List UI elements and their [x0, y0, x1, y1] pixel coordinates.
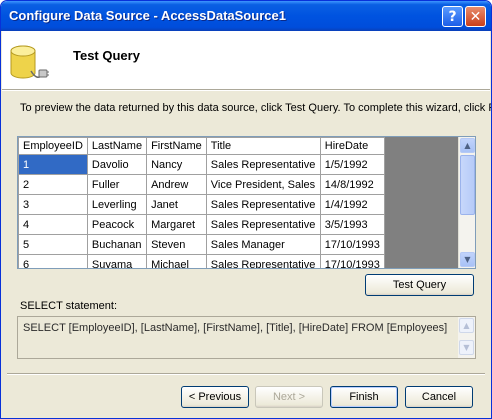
table-row[interactable]: 2 Fuller Andrew Vice President, Sales 14… [18, 174, 385, 195]
results-grid[interactable]: EmployeeID LastName FirstName Title Hire… [17, 136, 476, 269]
table-row[interactable]: 3 Leverling Janet Sales Representative 1… [18, 194, 385, 215]
select-statement-label: SELECT statement: [20, 300, 118, 312]
table-row[interactable]: 5 Buchanan Steven Sales Manager 17/10/19… [18, 234, 385, 255]
previous-button[interactable]: < Previous [181, 386, 249, 408]
close-button[interactable]: ✕ [465, 6, 486, 27]
grid-cell[interactable]: Nancy [146, 154, 207, 175]
grid-cell[interactable]: 4 [18, 214, 88, 235]
grid-cell[interactable]: 6 [18, 254, 88, 268]
scroll-up-icon: ▲ [459, 318, 474, 333]
table-row[interactable]: 6 Suyama Michael Sales Representative 17… [18, 254, 385, 268]
grid-scrollbar[interactable]: ▲ ▼ [458, 137, 475, 268]
database-plug-icon [10, 45, 49, 79]
grid-cell[interactable]: Sales Manager [205, 234, 321, 255]
table-row[interactable]: 4 Peacock Margaret Sales Representative … [18, 214, 385, 235]
grid-cell[interactable]: Buchanan [86, 234, 148, 255]
table-row[interactable]: 1 Davolio Nancy Sales Representative 1/5… [18, 154, 385, 175]
grid-cell[interactable]: 17/10/1993 [319, 254, 385, 268]
scroll-up-icon[interactable]: ▲ [460, 138, 475, 153]
grid-cell[interactable]: Steven [146, 234, 207, 255]
test-query-button[interactable]: Test Query [365, 274, 474, 296]
grid-cell[interactable]: 1/5/1992 [319, 154, 385, 175]
grid-cell[interactable]: Margaret [146, 214, 207, 235]
header-divider [2, 89, 490, 91]
grid-cell[interactable]: Sales Representative [205, 154, 321, 175]
page-title: Test Query [73, 48, 140, 63]
grid-cell[interactable]: 5 [18, 234, 88, 255]
window-title: Configure Data Source - AccessDataSource… [9, 8, 286, 23]
close-icon: ✕ [469, 8, 482, 25]
select-statement-box[interactable]: SELECT [EmployeeID], [LastName], [FirstN… [17, 316, 476, 359]
column-header[interactable]: Title [205, 137, 321, 155]
help-icon: ? [448, 8, 457, 25]
grid-cell[interactable]: Davolio [86, 154, 148, 175]
dialog-window: Configure Data Source - AccessDataSource… [0, 0, 492, 419]
column-header[interactable]: FirstName [146, 137, 207, 155]
grid-cell[interactable]: Sales Representative [205, 194, 321, 215]
instruction-text: To preview the data returned by this dat… [20, 102, 492, 114]
grid-cell[interactable]: 17/10/1993 [319, 234, 385, 255]
grid-cell[interactable]: 3 [18, 194, 88, 215]
select-statement-text: SELECT [EmployeeID], [LastName], [FirstN… [23, 322, 448, 334]
grid-cell[interactable]: 2 [18, 174, 88, 195]
grid-cell[interactable]: 3/5/1993 [319, 214, 385, 235]
finish-button[interactable]: Finish [330, 386, 398, 408]
grid-cell[interactable]: Leverling [86, 194, 148, 215]
results-table: EmployeeID LastName FirstName Title Hire… [18, 137, 385, 268]
grid-cell[interactable]: 1 [18, 154, 88, 175]
grid-cell[interactable]: Suyama [86, 254, 148, 268]
grid-cell[interactable]: Sales Representative [205, 214, 321, 235]
column-header[interactable]: EmployeeID [18, 137, 88, 155]
wizard-header: Test Query [2, 31, 490, 89]
grid-cell[interactable]: Michael [146, 254, 207, 268]
grid-cell[interactable]: 14/8/1992 [319, 174, 385, 195]
cancel-button[interactable]: Cancel [405, 386, 473, 408]
sql-scrollbar: ▲ ▼ [458, 317, 475, 358]
grid-header-row: EmployeeID LastName FirstName Title Hire… [18, 137, 385, 155]
help-button[interactable]: ? [442, 6, 463, 27]
grid-cell[interactable]: Sales Representative [205, 254, 321, 268]
next-button[interactable]: Next > [255, 386, 323, 408]
grid-cell[interactable]: Andrew [146, 174, 207, 195]
grid-cell[interactable]: Fuller [86, 174, 148, 195]
grid-cell[interactable]: Janet [146, 194, 207, 215]
footer-divider [7, 373, 485, 375]
scroll-down-icon[interactable]: ▼ [460, 252, 475, 267]
scroll-down-icon: ▼ [459, 340, 474, 355]
grid-cell[interactable]: Peacock [86, 214, 148, 235]
title-bar[interactable]: Configure Data Source - AccessDataSource… [1, 1, 491, 31]
grid-cell[interactable]: Vice President, Sales [205, 174, 321, 195]
column-header[interactable]: HireDate [319, 137, 385, 155]
grid-cell[interactable]: 1/4/1992 [319, 194, 385, 215]
column-header[interactable]: LastName [86, 137, 148, 155]
scroll-thumb[interactable] [460, 155, 475, 215]
